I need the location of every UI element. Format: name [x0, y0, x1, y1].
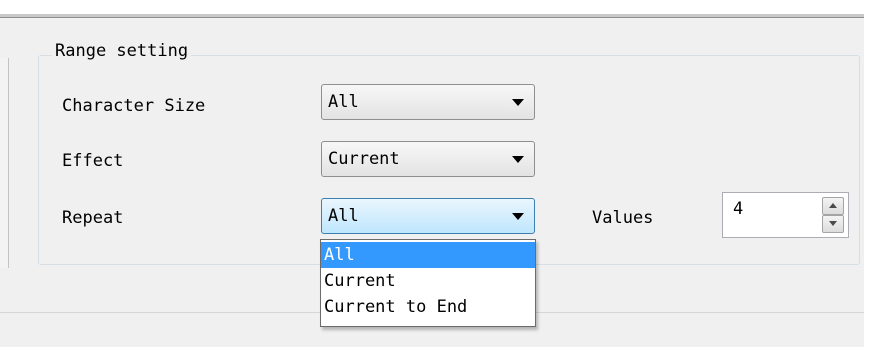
spin-down-button[interactable] — [822, 215, 844, 233]
values-label: Values — [592, 208, 654, 228]
arrow-down-icon — [829, 221, 837, 226]
values-input[interactable]: 4 — [733, 198, 743, 220]
chevron-down-icon — [512, 213, 524, 220]
effect-combobox[interactable]: Current — [321, 141, 535, 177]
chevron-down-icon — [512, 99, 524, 106]
repeat-value: All — [328, 206, 359, 226]
top-strip — [0, 0, 875, 14]
repeat-combobox[interactable]: All — [321, 198, 535, 234]
left-panel-edge — [0, 58, 9, 268]
effect-value: Current — [328, 149, 400, 169]
repeat-dropdown-list: All Current Current to End — [320, 239, 536, 327]
character-size-combobox[interactable]: All — [321, 84, 535, 120]
dropdown-option-current-to-end[interactable]: Current to End — [321, 294, 535, 320]
arrow-up-icon — [829, 203, 837, 208]
dropdown-option-current[interactable]: Current — [321, 268, 535, 294]
effect-label: Effect — [62, 151, 124, 171]
values-spinbox[interactable]: 4 — [722, 192, 849, 238]
character-size-label: Character Size — [62, 96, 206, 116]
dropdown-option-all[interactable]: All — [321, 242, 535, 268]
range-setting-title: Range setting — [52, 40, 192, 62]
repeat-label: Repeat — [62, 208, 124, 228]
chevron-down-icon — [512, 156, 524, 163]
character-size-value: All — [328, 92, 359, 112]
spin-buttons — [822, 197, 844, 233]
spin-up-button[interactable] — [822, 197, 844, 215]
